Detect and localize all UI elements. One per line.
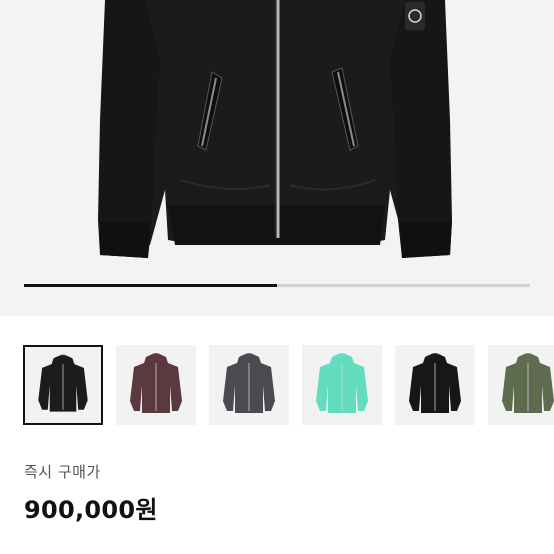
carousel-progress-track [24,284,530,287]
product-thumbnail[interactable] [302,345,382,425]
instant-buy-label: 즉시 구매가 [24,463,101,481]
thumbnail-strip[interactable] [0,345,554,427]
thumbnail-jacket-image [316,353,368,413]
product-thumbnail[interactable] [116,345,196,425]
product-thumbnail[interactable] [209,345,289,425]
thumbnail-jacket-image [409,353,461,413]
thumbnail-jacket-image [130,353,182,413]
carousel-progress-fill [24,284,277,287]
product-thumbnail[interactable] [488,345,554,425]
main-product-image [98,0,452,258]
product-image-carousel[interactable] [0,0,554,316]
thumbnail-jacket-image [502,353,554,413]
thumbnail-jacket-image [38,354,88,412]
instant-buy-price: 900,000원 [24,496,158,524]
product-thumbnail[interactable] [23,345,103,425]
thumbnail-jacket-image [223,353,275,413]
product-thumbnail[interactable] [395,345,475,425]
